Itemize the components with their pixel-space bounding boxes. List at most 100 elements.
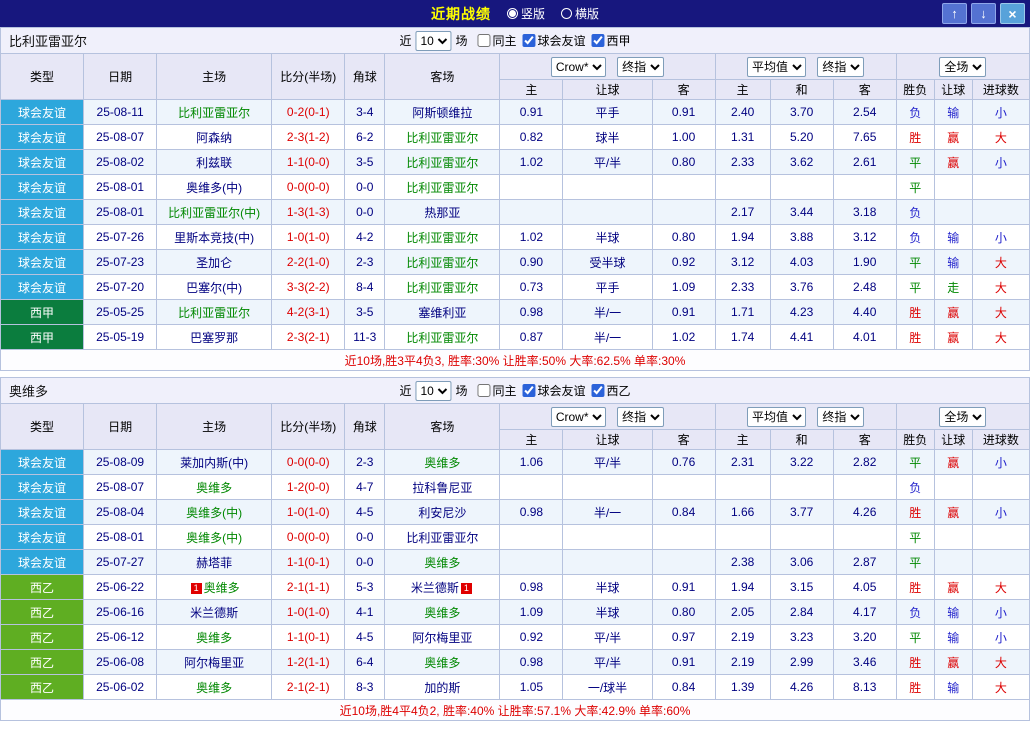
result-cell: 平 bbox=[896, 175, 934, 200]
col-header-home: 主场 bbox=[157, 54, 272, 100]
filter-checkbox[interactable] bbox=[523, 34, 536, 47]
match-row: 球会友谊25-08-07奥维多1-2(0-0)4-7拉科鲁尼亚负 bbox=[1, 475, 1030, 500]
filter-checkbox-group: 同主球会友谊西乙 bbox=[471, 382, 630, 399]
layout-vertical-option[interactable]: 竖版 bbox=[507, 5, 545, 22]
scroll-up-button[interactable]: ↑ bbox=[942, 3, 967, 24]
asian-odds-time-select[interactable]: 终指 bbox=[617, 407, 664, 427]
competition-type-cell: 西乙 bbox=[1, 600, 84, 625]
score-cell: 2-2(1-0) bbox=[272, 250, 345, 275]
home-team-cell: 莱加内斯(中) bbox=[157, 450, 272, 475]
filter-checkbox[interactable] bbox=[592, 34, 605, 47]
asian-away-odds-cell: 0.80 bbox=[652, 150, 715, 175]
euro-draw-odds-cell: 2.99 bbox=[770, 650, 833, 675]
asian-handicap-cell: 平/半 bbox=[563, 650, 652, 675]
handicap-result-cell: 输 bbox=[934, 100, 972, 125]
competition-type-cell: 球会友谊 bbox=[1, 125, 84, 150]
asian-away-odds-cell: 0.91 bbox=[652, 300, 715, 325]
goals-result-cell: 大 bbox=[972, 675, 1029, 700]
euro-home-odds-cell: 2.40 bbox=[715, 100, 770, 125]
scroll-down-button[interactable]: ↓ bbox=[971, 3, 996, 24]
layout-vertical-label: 竖版 bbox=[521, 5, 545, 22]
near-label: 近 bbox=[399, 382, 411, 399]
sub-header-goals: 进球数 bbox=[972, 80, 1029, 100]
euro-odds-source-select[interactable]: 平均值 bbox=[747, 407, 806, 427]
goals-result-cell: 大 bbox=[972, 125, 1029, 150]
euro-away-odds-cell: 2.87 bbox=[833, 550, 896, 575]
filter-option[interactable]: 同主 bbox=[477, 32, 516, 49]
filter-option[interactable]: 西乙 bbox=[592, 382, 631, 399]
filter-option[interactable]: 同主 bbox=[477, 382, 516, 399]
asian-home-odds-cell: 0.98 bbox=[500, 650, 563, 675]
table-header-row: 类型 日期 主场 比分(半场) 角球 客场 Crow* 终指 平均值 终指 bbox=[1, 404, 1030, 430]
layout-horizontal-radio[interactable] bbox=[561, 8, 572, 19]
score-cell: 2-1(1-1) bbox=[272, 575, 345, 600]
asian-home-odds-cell: 0.87 bbox=[500, 325, 563, 350]
result-cell: 胜 bbox=[896, 575, 934, 600]
asian-odds-source-select[interactable]: Crow* bbox=[551, 57, 606, 77]
goals-result-cell: 大 bbox=[972, 650, 1029, 675]
match-scope-select[interactable]: 全场 bbox=[939, 57, 986, 77]
filter-checkbox[interactable] bbox=[477, 384, 490, 397]
euro-away-odds-cell: 2.48 bbox=[833, 275, 896, 300]
team-name-text: 奥维多 bbox=[424, 556, 460, 570]
asian-handicap-cell: 一/球半 bbox=[563, 675, 652, 700]
euro-draw-odds-cell: 3.06 bbox=[770, 550, 833, 575]
match-scope-select[interactable]: 全场 bbox=[939, 407, 986, 427]
asian-odds-source-select[interactable]: Crow* bbox=[551, 407, 606, 427]
euro-odds-time-select[interactable]: 终指 bbox=[817, 407, 864, 427]
summary-row: 近10场,胜3平4负3, 胜率:30% 让胜率:50% 大率:62.5% 单率:… bbox=[1, 350, 1030, 371]
score-cell: 1-1(0-1) bbox=[272, 550, 345, 575]
away-team-cell: 热那亚 bbox=[385, 200, 500, 225]
goals-result-cell bbox=[972, 525, 1029, 550]
score-cell: 1-0(1-0) bbox=[272, 225, 345, 250]
layout-horizontal-option[interactable]: 横版 bbox=[561, 5, 599, 22]
filter-option[interactable]: 西甲 bbox=[592, 32, 631, 49]
filter-checkbox[interactable] bbox=[477, 34, 490, 47]
matches-table: 类型 日期 主场 比分(半场) 角球 客场 Crow* 终指 平均值 终指 bbox=[0, 403, 1030, 721]
asian-handicap-cell: 受半球 bbox=[563, 250, 652, 275]
home-team-cell: 奥维多(中) bbox=[157, 175, 272, 200]
col-header-away: 客场 bbox=[385, 54, 500, 100]
euro-draw-odds-cell: 3.70 bbox=[770, 100, 833, 125]
recent-count-select[interactable]: 10 bbox=[415, 31, 451, 51]
near-label: 近 bbox=[399, 32, 411, 49]
match-row: 球会友谊25-08-01比利亚雷亚尔(中)1-3(1-3)0-0热那亚2.173… bbox=[1, 200, 1030, 225]
filter-checkbox[interactable] bbox=[592, 384, 605, 397]
euro-odds-time-select[interactable]: 终指 bbox=[817, 57, 864, 77]
euro-home-odds-cell: 2.19 bbox=[715, 650, 770, 675]
euro-away-odds-cell: 1.90 bbox=[833, 250, 896, 275]
euro-home-odds-cell bbox=[715, 525, 770, 550]
match-row: 西甲25-05-19巴塞罗那2-3(2-1)11-3比利亚雷亚尔0.87半/一1… bbox=[1, 325, 1030, 350]
filter-label: 同主 bbox=[492, 32, 516, 49]
handicap-result-cell: 赢 bbox=[934, 300, 972, 325]
result-cell: 负 bbox=[896, 475, 934, 500]
filter-option[interactable]: 球会友谊 bbox=[523, 382, 586, 399]
euro-away-odds-cell bbox=[833, 525, 896, 550]
asian-away-odds-cell bbox=[652, 200, 715, 225]
home-team-cell: 巴塞罗那 bbox=[157, 325, 272, 350]
filter-checkbox[interactable] bbox=[523, 384, 536, 397]
sub-header-euro-home: 主 bbox=[715, 80, 770, 100]
filter-option[interactable]: 球会友谊 bbox=[523, 32, 586, 49]
asian-home-odds-cell bbox=[500, 200, 563, 225]
sub-header-goals: 进球数 bbox=[972, 430, 1029, 450]
asian-odds-time-select[interactable]: 终指 bbox=[617, 57, 664, 77]
team-name-text: 比利亚雷亚尔 bbox=[406, 156, 478, 170]
recent-count-select[interactable]: 10 bbox=[415, 381, 451, 401]
close-button[interactable]: × bbox=[1000, 3, 1025, 24]
corner-cell: 4-2 bbox=[345, 225, 385, 250]
match-row: 球会友谊25-08-02利兹联1-1(0-0)3-5比利亚雷亚尔1.02平/半0… bbox=[1, 150, 1030, 175]
handicap-result-cell: 赢 bbox=[934, 450, 972, 475]
asian-away-odds-cell bbox=[652, 475, 715, 500]
match-row: 球会友谊25-07-23圣加仑2-2(1-0)2-3比利亚雷亚尔0.90受半球0… bbox=[1, 250, 1030, 275]
euro-home-odds-cell: 2.19 bbox=[715, 625, 770, 650]
corner-cell: 4-7 bbox=[345, 475, 385, 500]
match-date-cell: 25-07-20 bbox=[84, 275, 157, 300]
away-team-cell: 比利亚雷亚尔 bbox=[385, 125, 500, 150]
col-header-date: 日期 bbox=[84, 404, 157, 450]
layout-vertical-radio[interactable] bbox=[507, 8, 518, 19]
handicap-result-cell bbox=[934, 200, 972, 225]
goals-result-cell: 小 bbox=[972, 150, 1029, 175]
euro-draw-odds-cell: 2.84 bbox=[770, 600, 833, 625]
euro-odds-source-select[interactable]: 平均值 bbox=[747, 57, 806, 77]
